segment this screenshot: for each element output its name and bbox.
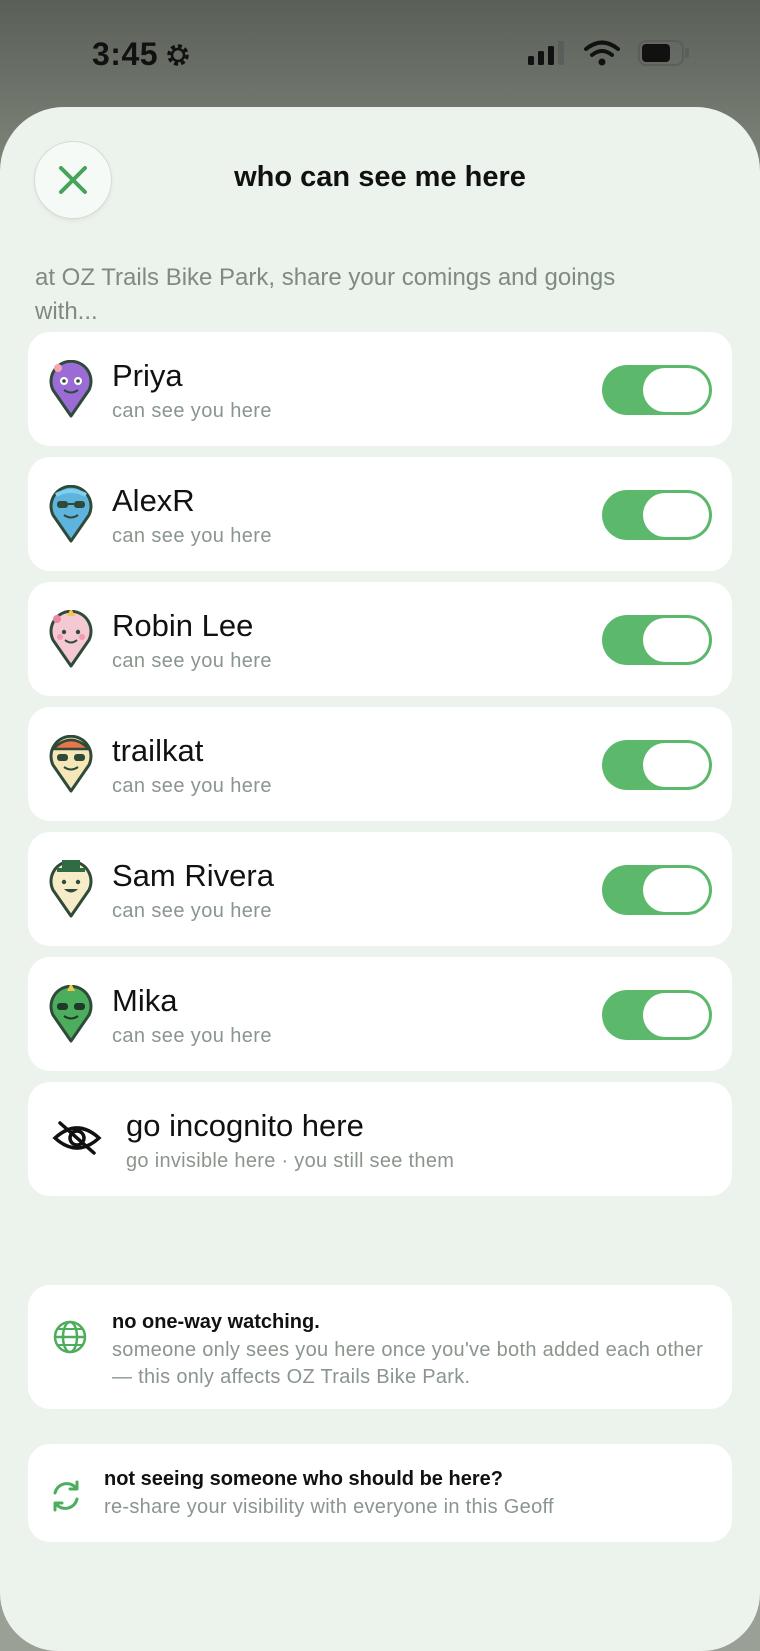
person-name: Robin Lee [112, 608, 254, 643]
info-title: no one-way watching. [112, 1311, 320, 1333]
toggle-knob [643, 493, 709, 537]
person-status: can see you here [112, 775, 272, 797]
person-row-sam-rivera: Sam Rivera can see you here [28, 832, 732, 946]
tophat-pin-avatar-icon [49, 860, 93, 918]
person-row-mika: Mika can see you here [28, 957, 732, 1071]
purple-pin-avatar-icon [49, 360, 93, 418]
status-bar: 3:45 [0, 0, 760, 108]
globe-icon [53, 1320, 87, 1354]
blue-pin-avatar-icon [49, 485, 93, 543]
visibility-toggle-priya[interactable] [602, 365, 712, 415]
info-body: someone only sees you here once you've b… [112, 1339, 704, 1388]
person-row-alexr: AlexR can see you here [28, 457, 732, 571]
visibility-toggle-sam-rivera[interactable] [602, 865, 712, 915]
reshare-title: not seeing someone who should be here? [104, 1468, 503, 1490]
status-time-group: 3:45 [92, 36, 192, 73]
person-row-priya: Priya can see you here [28, 332, 732, 446]
sheet-title: who can see me here [234, 161, 526, 193]
person-status: can see you here [112, 650, 272, 672]
reshare-subtitle: re-share your visibility with everyone i… [104, 1496, 554, 1518]
person-status: can see you here [112, 525, 272, 547]
person-status: can see you here [112, 1025, 272, 1047]
person-name: Sam Rivera [112, 858, 274, 893]
battery-icon [638, 40, 689, 66]
reshare-visibility-button[interactable]: not seeing someone who should be here? r… [28, 1444, 732, 1542]
pink-pin-avatar-icon [49, 610, 93, 668]
cellular-signal-icon [528, 41, 564, 65]
incognito-subtitle: go invisible here · you still see them [126, 1150, 455, 1172]
toggle-knob [643, 743, 709, 787]
person-name: trailkat [112, 733, 204, 768]
status-time: 3:45 [92, 36, 159, 72]
person-name: Priya [112, 358, 183, 393]
gear-icon [167, 43, 189, 66]
person-row-robin-lee: Robin Lee can see you here [28, 582, 732, 696]
one-way-info-card: no one-way watching. someone only sees y… [28, 1285, 732, 1409]
visibility-toggle-mika[interactable] [602, 990, 712, 1040]
incognito-title: go incognito here [126, 1108, 364, 1143]
person-status: can see you here [112, 400, 272, 422]
helmet-pin-avatar-icon [49, 735, 93, 793]
person-status: can see you here [112, 900, 272, 922]
green-pin-avatar-icon [49, 985, 93, 1043]
person-name: AlexR [112, 483, 195, 518]
toggle-knob [643, 868, 709, 912]
go-incognito-button[interactable]: go incognito here go invisible here · yo… [28, 1082, 732, 1196]
toggle-knob [643, 368, 709, 412]
visibility-toggle-trailkat[interactable] [602, 740, 712, 790]
visibility-toggle-robin-lee[interactable] [602, 615, 712, 665]
toggle-knob [643, 618, 709, 662]
person-row-trailkat: trailkat can see you here [28, 707, 732, 821]
status-icons [528, 40, 690, 66]
refresh-icon [53, 1480, 79, 1512]
visibility-sheet: who can see me here at OZ Trails Bike Pa… [0, 107, 760, 1651]
wifi-icon [584, 40, 620, 66]
person-name: Mika [112, 983, 178, 1018]
visibility-toggle-alexr[interactable] [602, 490, 712, 540]
toggle-knob [643, 993, 709, 1037]
intro-text: at OZ Trails Bike Park, share your comin… [35, 264, 616, 325]
eye-slash-icon [52, 1121, 102, 1155]
